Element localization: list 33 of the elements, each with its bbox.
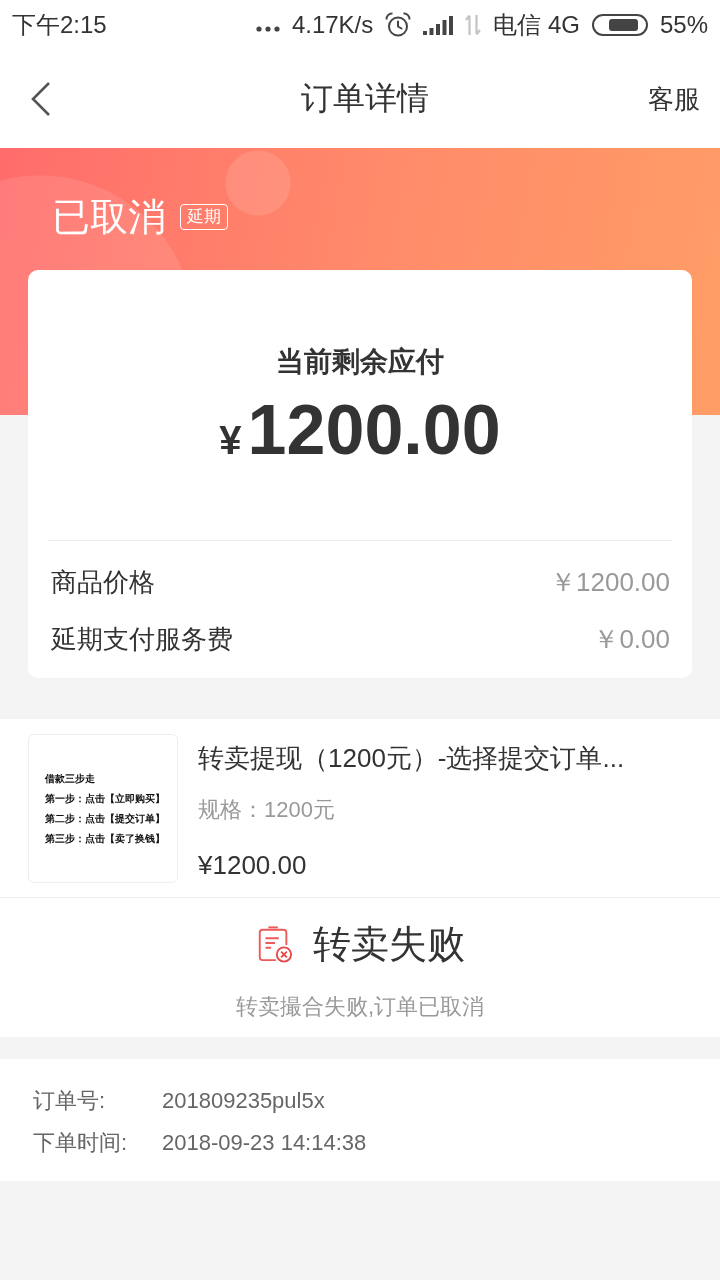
back-icon[interactable] — [30, 81, 52, 117]
fee-label: 延期支付服务费 — [51, 623, 233, 656]
battery-icon — [591, 14, 648, 36]
alarm-clock-icon — [385, 12, 412, 38]
thumbnail-text: 第三步：点击【卖了换钱】 — [45, 832, 165, 846]
info-label: 下单时间: — [33, 1129, 129, 1157]
amount-due-label: 当前剩余应付 — [275, 345, 445, 379]
info-value: 2018-09-23 14:14:38 — [162, 1129, 367, 1157]
status-time: 下午2:15 — [12, 10, 107, 40]
thumbnail-text: 第一步：点击【立即购买】 — [45, 792, 165, 806]
order-status-text: 已取消 — [52, 195, 166, 239]
thumbnail-text: 第二步：点击【提交订单】 — [45, 812, 165, 826]
carrier-name: 电信 4G — [493, 10, 580, 40]
page-title: 订单详情 — [301, 79, 429, 118]
fee-label: 商品价格 — [51, 566, 155, 599]
status-tag: 延期 — [180, 204, 228, 230]
battery-percent: 55% — [659, 10, 708, 40]
amount-due-value: ¥1200.00 — [218, 392, 502, 471]
result-title: 转卖失败 — [313, 922, 465, 967]
fee-value: ￥1200.00 — [550, 566, 670, 599]
thumbnail-text: 借款三步走 — [45, 772, 95, 786]
result-message: 转卖撮合失败,订单已取消 — [235, 993, 485, 1021]
fee-value: ￥0.00 — [593, 623, 670, 656]
product-title: 转卖提现（1200元）-选择提交订单... — [198, 742, 625, 775]
signal-bars-icon — [423, 15, 454, 35]
more-dots-icon — [255, 26, 280, 32]
product-spec: 规格：1200元 — [198, 796, 335, 824]
info-value: 201809235pul5x — [162, 1087, 326, 1115]
data-arrows-icon — [465, 14, 482, 36]
info-label: 订单号: — [33, 1087, 107, 1115]
customer-service-link[interactable]: 客服 — [648, 81, 700, 117]
network-speed: 4.17K/s — [291, 10, 374, 40]
product-price: ¥1200.00 — [198, 849, 307, 882]
